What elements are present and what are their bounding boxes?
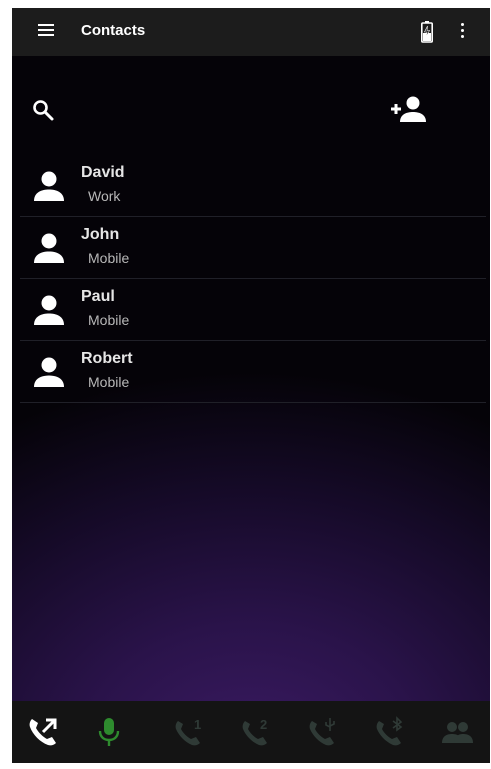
call-transfer-icon[interactable] (26, 715, 60, 749)
hamburger-menu-icon[interactable] (38, 24, 54, 40)
person-icon (34, 171, 64, 201)
call-line-2-icon[interactable]: 2 (239, 715, 273, 749)
contact-type: Mobile (88, 312, 130, 328)
contact-row-robert[interactable]: Robert Mobile (20, 341, 486, 403)
call-usb-icon[interactable] (306, 715, 340, 749)
contact-row-david[interactable]: David Work (20, 155, 486, 217)
microphone-icon[interactable] (92, 715, 126, 749)
group-icon[interactable] (440, 715, 474, 749)
line-number-label: 2 (260, 717, 267, 732)
call-bluetooth-icon[interactable] (373, 715, 407, 749)
person-icon (34, 357, 64, 387)
contact-name: David (81, 164, 125, 181)
line-number-label: 1 (194, 717, 201, 732)
contact-type: Mobile (88, 250, 130, 266)
contact-name: Paul (81, 288, 115, 305)
contacts-list: David Work John Mobile Paul Mobile Rober… (20, 155, 486, 403)
call-line-1-icon[interactable]: 1 (172, 715, 206, 749)
page-title: Contacts (81, 22, 146, 39)
call-controls-bar: 1 2 (12, 701, 490, 763)
top-app-bar: Contacts (12, 8, 490, 56)
person-icon (34, 233, 64, 263)
add-person-icon[interactable] (387, 94, 429, 126)
person-icon (34, 295, 64, 325)
search-icon[interactable] (31, 98, 55, 122)
contact-name: Robert (81, 350, 133, 367)
phone-screen: Contacts David Work John Mobile Paul Mob… (12, 8, 490, 763)
contact-row-john[interactable]: John Mobile (20, 217, 486, 279)
contact-row-paul[interactable]: Paul Mobile (20, 279, 486, 341)
contact-name: John (81, 226, 120, 243)
battery-charging-icon (421, 21, 433, 43)
contact-type: Mobile (88, 374, 130, 390)
more-vertical-icon[interactable] (455, 23, 469, 43)
contact-type: Work (88, 188, 121, 204)
